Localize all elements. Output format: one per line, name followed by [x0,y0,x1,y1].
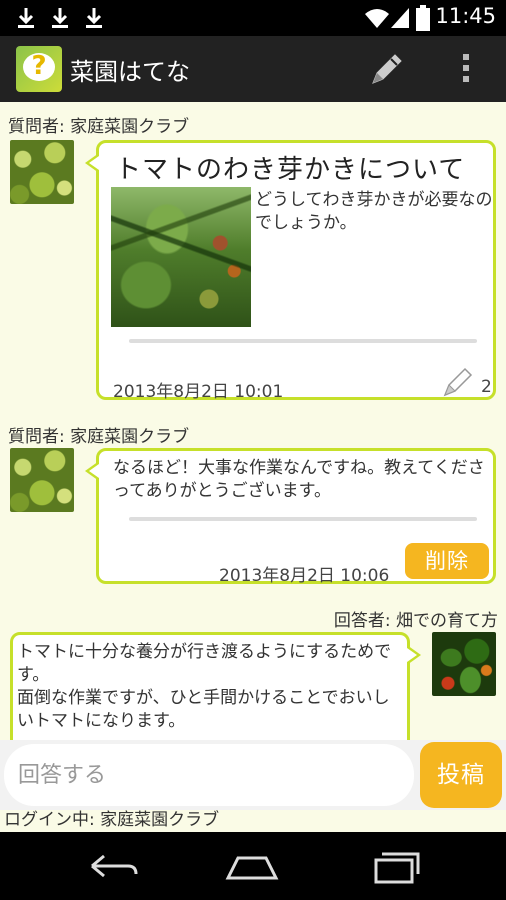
question-photo[interactable] [111,187,251,327]
overflow-menu-icon[interactable] [455,50,477,90]
back-icon[interactable] [84,848,144,884]
wifi-icon [364,6,390,34]
download-icon [84,6,104,30]
answer-author-label: 回答者: 畑での育て方 [333,611,498,631]
home-icon[interactable] [222,848,282,884]
bubble-tail [85,153,99,173]
bubble-tail [407,645,421,665]
question-timestamp: 2013年8月2日 10:01 [113,382,284,402]
reply-timestamp: 2013年8月2日 10:06 [219,566,390,586]
thread-content[interactable]: 質問者: 家庭菜園クラブ トマトのわき芽かきについて どうしてわき芽かきが必要な… [0,102,506,832]
clock: 11:45 [435,4,496,28]
battery-icon [416,5,430,35]
reply-body: なるほど！大事な作業なんですね。教えてくださってありがとうございます。 [113,458,485,501]
login-status: ログイン中: 家庭菜園クラブ [0,810,506,832]
delete-button[interactable]: 削除 [405,543,489,579]
download-icon [16,6,36,30]
signal-icon [389,6,411,34]
composer-bar: 投稿 [0,740,506,810]
avatar[interactable] [432,632,496,696]
reply-author-label: 質問者: 家庭菜園クラブ [8,427,190,447]
bubble-tail [85,461,99,481]
question-author-label: 質問者: 家庭菜園クラブ [8,117,190,137]
app-bar: ? 菜園はてな [0,36,506,102]
answer-body-line2: 面倒な作業ですが、ひと手間かけることでおいしいトマトになります。 [17,688,390,731]
recent-apps-icon[interactable] [366,848,426,884]
app-title: 菜園はてな [70,58,190,86]
avatar[interactable] [10,140,74,204]
app-logo-icon[interactable]: ? [16,46,62,92]
reply-bubble[interactable]: なるほど！大事な作業なんですね。教えてくださってありがとうございます。 2013… [85,448,496,586]
pencil-icon[interactable] [367,49,407,89]
logo-glyph: ? [31,51,47,81]
post-button[interactable]: 投稿 [420,742,502,808]
divider [129,517,477,521]
answer-body-line1: トマトに十分な養分が行き渡るようにするためです。 [17,642,392,685]
question-body: どうしてわき芽かきが必要なのでしょうか。 [255,190,493,233]
question-title: トマトのわき芽かきについて [115,155,466,185]
download-icon [50,6,70,30]
answer-input[interactable] [4,744,414,806]
edit-count: 2 [481,377,492,397]
question-bubble[interactable]: トマトのわき芽かきについて どうしてわき芽かきが必要なのでしょうか。 2013年… [85,140,496,402]
status-bar: 11:45 [0,0,506,36]
divider [129,339,477,343]
edit-count-pencil-icon[interactable] [441,363,477,399]
avatar[interactable] [10,448,74,512]
navigation-bar [0,832,506,900]
